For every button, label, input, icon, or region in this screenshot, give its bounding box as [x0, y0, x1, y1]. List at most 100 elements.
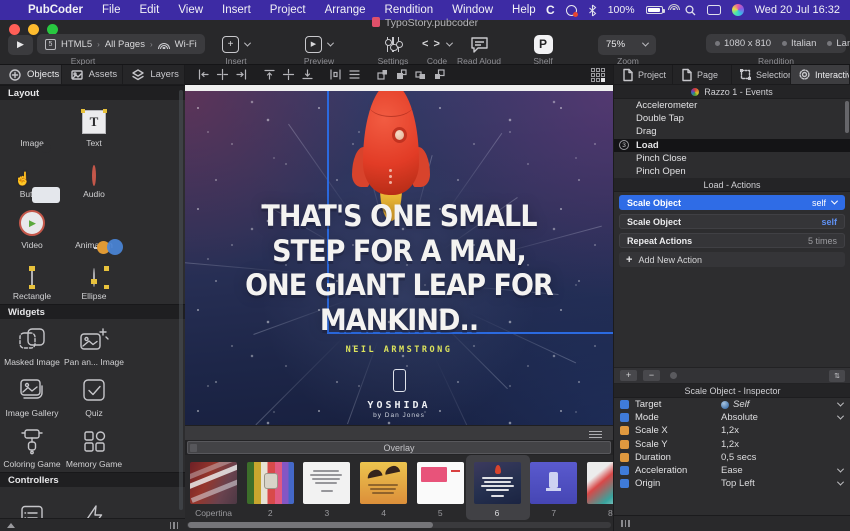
zoom-dropdown[interactable]: 75%: [598, 35, 656, 55]
read-aloud-button[interactable]: [452, 34, 506, 54]
run-button[interactable]: ▶: [8, 35, 33, 55]
battery-icon[interactable]: [646, 6, 663, 14]
panel-tab-page[interactable]: Page: [673, 65, 732, 84]
event-row-load[interactable]: 3Load: [614, 139, 850, 152]
send-to-back-icon[interactable]: [430, 68, 449, 82]
property-value[interactable]: Top Left: [721, 478, 832, 489]
property-row-acceleration[interactable]: AccelerationEase: [614, 464, 850, 477]
property-value[interactable]: Ease: [721, 465, 832, 476]
panel-tab-interactivity[interactable]: Interactivity: [791, 65, 850, 84]
grid-snap-icon[interactable]: [591, 68, 605, 82]
property-row-scale-x[interactable]: Scale X1,2x: [614, 424, 850, 437]
bluetooth-icon[interactable]: [588, 4, 597, 17]
quote-author[interactable]: NEIL ARMSTRONG: [185, 345, 613, 355]
menu-insert[interactable]: Insert: [222, 4, 251, 16]
property-value[interactable]: 0,5 secs: [721, 452, 843, 463]
rendition-orientation[interactable]: Landscape: [827, 38, 850, 49]
align-center-horizontal-icon[interactable]: [213, 68, 232, 82]
bring-to-front-icon[interactable]: [411, 68, 430, 82]
overlay-bar[interactable]: Overlay: [187, 441, 611, 454]
menu-rendition[interactable]: Rendition: [385, 4, 434, 16]
object-item-ellipse[interactable]: Ellipse: [63, 253, 125, 304]
input-menu-icon[interactable]: [707, 5, 721, 15]
collapse-icon[interactable]: [7, 523, 15, 528]
object-item-image[interactable]: Image: [1, 100, 63, 151]
event-row-drag[interactable]: Drag: [614, 125, 850, 138]
rendition-size[interactable]: 1080 x 810: [715, 38, 771, 49]
distribute-vertical-icon[interactable]: [345, 68, 364, 82]
property-value[interactable]: Absolute: [721, 412, 832, 423]
menu-file[interactable]: File: [102, 4, 121, 16]
object-item-pan-an-image[interactable]: Pan an... Image: [63, 319, 125, 370]
align-right-icon[interactable]: [232, 68, 251, 82]
add-action-button[interactable]: +: [620, 370, 637, 381]
quote-text-object[interactable]: THAT'S ONE SMALLSTEP FOR A MAN,ONE GIANT…: [200, 199, 598, 337]
page-thumbnail-2[interactable]: [247, 462, 294, 504]
action-row-scale-object[interactable]: Scale Objectself: [619, 195, 845, 210]
events-scrollbar[interactable]: [845, 101, 849, 133]
object-item-video[interactable]: ▶Video: [1, 202, 63, 253]
sidebar-tab-objects[interactable]: Objects: [0, 65, 62, 84]
menu-help[interactable]: Help: [512, 4, 536, 16]
menu-project[interactable]: Project: [270, 4, 306, 16]
notification-globe-icon[interactable]: [566, 5, 577, 16]
sort-actions-icon[interactable]: ⇅: [829, 370, 845, 382]
object-item-text[interactable]: TText: [63, 100, 125, 151]
menu-window[interactable]: Window: [452, 4, 493, 16]
align-left-icon[interactable]: [194, 68, 213, 82]
object-item-image-gallery[interactable]: Image Gallery: [1, 370, 63, 421]
record-icon[interactable]: [670, 372, 677, 379]
property-value[interactable]: 1,2x: [721, 439, 843, 450]
property-value[interactable]: Self: [721, 399, 832, 410]
preview-button[interactable]: ▶: [295, 34, 343, 54]
thumbnails-scrollbar[interactable]: [187, 522, 611, 528]
event-row-accelerometer[interactable]: Accelerometer: [614, 99, 850, 112]
event-row-double-tap[interactable]: Double Tap: [614, 112, 850, 125]
shelf-button[interactable]: P: [527, 34, 559, 54]
menu-pubcoder[interactable]: PubCoder: [28, 4, 83, 16]
align-top-icon[interactable]: [260, 68, 279, 82]
rendition-language[interactable]: Italian: [782, 38, 816, 49]
bring-forward-icon[interactable]: [373, 68, 392, 82]
page-thumbnail-7[interactable]: [530, 462, 577, 504]
action-row-repeat-actions[interactable]: Repeat Actions5 times: [619, 233, 845, 248]
settings-button[interactable]: [374, 34, 412, 54]
distribute-horizontal-icon[interactable]: [326, 68, 345, 82]
property-row-mode[interactable]: ModeAbsolute: [614, 411, 850, 424]
object-item-coloring-game[interactable]: Coloring Game: [1, 421, 63, 472]
event-row-pinch-close[interactable]: Pinch Close: [614, 152, 850, 165]
object-item-button[interactable]: ☝Button: [1, 151, 63, 202]
page-thumbnail-5[interactable]: [417, 462, 464, 504]
object-item-animation[interactable]: Animation: [63, 202, 125, 253]
menu-arrange[interactable]: Arrange: [325, 4, 366, 16]
event-row-pinch-open[interactable]: Pinch Open: [614, 165, 850, 178]
page-thumbnail-copertina[interactable]: [190, 462, 237, 504]
page-thumbnail-3[interactable]: [303, 462, 350, 504]
property-row-duration[interactable]: Duration0,5 secs: [614, 451, 850, 464]
insert-button[interactable]: +: [212, 34, 260, 54]
object-item-audio[interactable]: Audio: [63, 151, 125, 202]
sidebar-tab-layers[interactable]: Layers: [123, 65, 185, 84]
menubar-clock[interactable]: Wed 20 Jul 16:32: [755, 4, 840, 16]
export-breadcrumb[interactable]: 5 HTML5› All Pages› Wi-Fi: [37, 34, 205, 54]
resize-grip-icon[interactable]: [621, 520, 630, 527]
align-bottom-icon[interactable]: [298, 68, 317, 82]
menu-edit[interactable]: Edit: [139, 4, 159, 16]
page-thumbnail-6[interactable]: [474, 462, 521, 504]
add-new-action-button[interactable]: +Add New Action: [619, 252, 845, 267]
drag-handle-icon[interactable]: [589, 431, 602, 440]
property-value[interactable]: 1,2x: [721, 425, 843, 436]
page-thumbnail-8[interactable]: [587, 462, 613, 504]
panel-tab-project[interactable]: Project: [614, 65, 673, 84]
property-row-scale-y[interactable]: Scale Y1,2x: [614, 438, 850, 451]
resize-grip-icon[interactable]: [170, 522, 179, 529]
send-backward-icon[interactable]: [392, 68, 411, 82]
app-status-icon[interactable]: C: [546, 3, 555, 17]
object-item-rectangle[interactable]: Rectangle: [1, 253, 63, 304]
panel-tab-selection[interactable]: Selection: [732, 65, 791, 84]
sidebar-tab-assets[interactable]: Assets: [62, 65, 124, 84]
property-row-origin[interactable]: OriginTop Left: [614, 477, 850, 490]
object-item-memory-game[interactable]: Memory Game: [63, 421, 125, 472]
remove-action-button[interactable]: −: [643, 370, 660, 381]
rendition-selector[interactable]: 1080 x 810 Italian Landscape: [706, 34, 846, 53]
